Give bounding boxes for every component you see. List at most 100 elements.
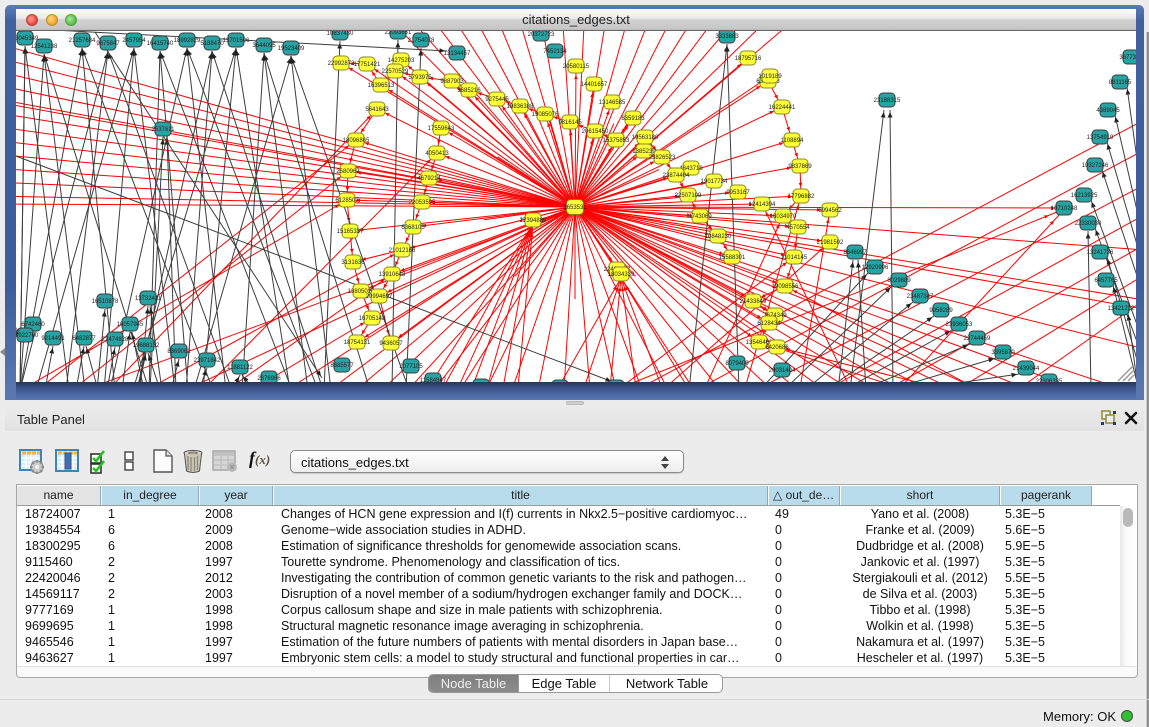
svg-text:17751421: 17751421	[354, 62, 381, 68]
svg-text:6128434: 6128434	[757, 321, 781, 327]
svg-text:8359183: 8359183	[621, 116, 645, 122]
svg-text:10710248: 10710248	[1051, 206, 1078, 212]
svg-text:21012166: 21012166	[389, 248, 416, 254]
svg-text:23971842: 23971842	[194, 358, 221, 364]
svg-text:13134457: 13134457	[444, 51, 471, 57]
svg-text:19085076: 19085076	[532, 112, 559, 118]
svg-text:10848230: 10848230	[705, 234, 732, 240]
svg-text:3333883: 3333883	[715, 34, 739, 40]
svg-text:5641643: 5641643	[365, 107, 389, 113]
svg-text:14401657: 14401657	[581, 82, 608, 88]
svg-text:23826523: 23826523	[649, 155, 676, 161]
svg-text:4389045: 4389045	[1096, 108, 1120, 114]
svg-text:6482877: 6482877	[72, 336, 96, 342]
svg-text:18754131: 18754131	[344, 340, 371, 346]
svg-text:20372723: 20372723	[528, 32, 555, 38]
svg-text:3677374: 3677374	[1119, 55, 1136, 61]
svg-text:5793975: 5793975	[408, 75, 432, 81]
svg-text:6420686: 6420686	[765, 345, 789, 351]
svg-text:22306335: 22306335	[1036, 379, 1063, 382]
svg-text:5685216: 5685216	[457, 88, 481, 94]
svg-text:11881122: 11881122	[227, 365, 253, 371]
svg-text:18795716: 18795716	[735, 56, 762, 62]
svg-text:12541238: 12541238	[31, 44, 58, 50]
svg-text:22053595: 22053595	[409, 200, 436, 206]
svg-text:8029889: 8029889	[887, 278, 911, 284]
svg-text:18034970: 18034970	[770, 214, 797, 220]
svg-text:10057945: 10057945	[117, 322, 144, 328]
svg-text:18992829: 18992829	[174, 38, 201, 44]
svg-text:20031404: 20031404	[769, 368, 796, 374]
svg-text:9275445: 9275445	[485, 97, 509, 103]
svg-text:19098556: 19098556	[772, 284, 799, 290]
svg-text:13701506: 13701506	[223, 38, 250, 44]
svg-text:20994697: 20994697	[366, 294, 393, 300]
svg-text:16224441: 16224441	[769, 105, 796, 111]
svg-text:11014145: 11014145	[781, 255, 808, 261]
svg-text:9436057: 9436057	[379, 341, 403, 347]
svg-text:14275203: 14275203	[388, 58, 415, 64]
svg-text:22744459: 22744459	[964, 336, 991, 342]
svg-text:8685577: 8685577	[330, 363, 354, 369]
svg-text:18096865: 18096865	[343, 138, 370, 144]
svg-text:8079409: 8079409	[725, 361, 749, 367]
svg-text:13732411: 13732411	[135, 296, 162, 302]
svg-text:9953167: 9953167	[726, 190, 750, 196]
svg-text:22330030: 22330030	[1075, 221, 1102, 227]
svg-text:9887903: 9887903	[440, 79, 464, 85]
svg-text:21981592: 21981592	[817, 240, 844, 246]
svg-text:16213925: 16213925	[1071, 193, 1098, 199]
svg-text:20580115: 20580115	[563, 64, 590, 70]
svg-text:13045349: 13045349	[16, 36, 39, 42]
svg-text:23188315: 23188315	[874, 98, 901, 104]
svg-text:1653531: 1653531	[563, 205, 587, 211]
svg-text:20615450: 20615450	[582, 129, 609, 135]
svg-text:9214491: 9214491	[41, 336, 65, 342]
svg-text:17394887: 17394887	[520, 218, 547, 224]
svg-text:10837430: 10837430	[327, 31, 354, 37]
svg-text:2077105: 2077105	[399, 364, 423, 370]
svg-text:2876966: 2876966	[257, 376, 281, 382]
svg-text:10327246: 10327246	[1082, 163, 1109, 169]
svg-text:3131636: 3131636	[341, 260, 365, 266]
svg-text:6742460: 6742460	[21, 322, 45, 328]
svg-text:23487347: 23487347	[907, 294, 934, 300]
svg-text:4679214: 4679214	[417, 176, 441, 182]
svg-text:18034339: 18034339	[608, 272, 635, 278]
svg-text:1019189: 1019189	[758, 74, 782, 80]
svg-text:21257684: 21257684	[69, 38, 96, 44]
svg-text:19523409: 19523409	[278, 46, 305, 52]
svg-text:12414394: 12414394	[749, 202, 776, 208]
svg-text:21754078: 21754078	[408, 38, 435, 44]
svg-text:23936053: 23936053	[946, 322, 973, 328]
svg-text:21439044: 21439044	[1013, 366, 1040, 372]
svg-text:6368105: 6368105	[401, 225, 425, 231]
svg-text:22507109: 22507109	[675, 193, 702, 199]
svg-text:3644095: 3644095	[252, 43, 276, 49]
svg-text:16415740: 16415740	[147, 41, 174, 47]
svg-text:11584847: 11584847	[420, 378, 447, 382]
svg-text:9816145: 9816145	[558, 120, 582, 126]
svg-text:4743069: 4743069	[688, 214, 712, 220]
svg-text:5188470: 5188470	[200, 41, 224, 47]
svg-text:22992872: 22992872	[328, 61, 355, 67]
svg-text:13241736: 13241736	[1087, 250, 1114, 256]
svg-text:17559643: 17559643	[428, 126, 455, 132]
svg-text:15588301: 15588301	[719, 255, 746, 261]
svg-text:12920906: 12920906	[862, 265, 889, 271]
svg-text:4050413: 4050413	[425, 151, 449, 157]
svg-text:22570529: 22570529	[382, 69, 409, 75]
svg-text:13146585: 13146585	[599, 100, 626, 106]
svg-text:19017734: 19017734	[701, 179, 728, 185]
svg-text:6457765: 6457765	[1094, 278, 1118, 284]
svg-text:13421212: 13421212	[1108, 306, 1135, 312]
svg-text:22474828: 22474828	[102, 337, 129, 343]
svg-text:9837869: 9837869	[788, 164, 812, 170]
svg-text:9958289: 9958289	[929, 308, 953, 314]
svg-text:15165337: 15165337	[337, 229, 364, 235]
svg-text:4570554: 4570554	[786, 225, 810, 231]
svg-text:9875847: 9875847	[96, 41, 120, 47]
svg-text:16510878: 16510878	[92, 299, 119, 305]
svg-text:19563180: 19563180	[632, 135, 659, 141]
svg-text:8811165: 8811165	[1109, 80, 1132, 86]
